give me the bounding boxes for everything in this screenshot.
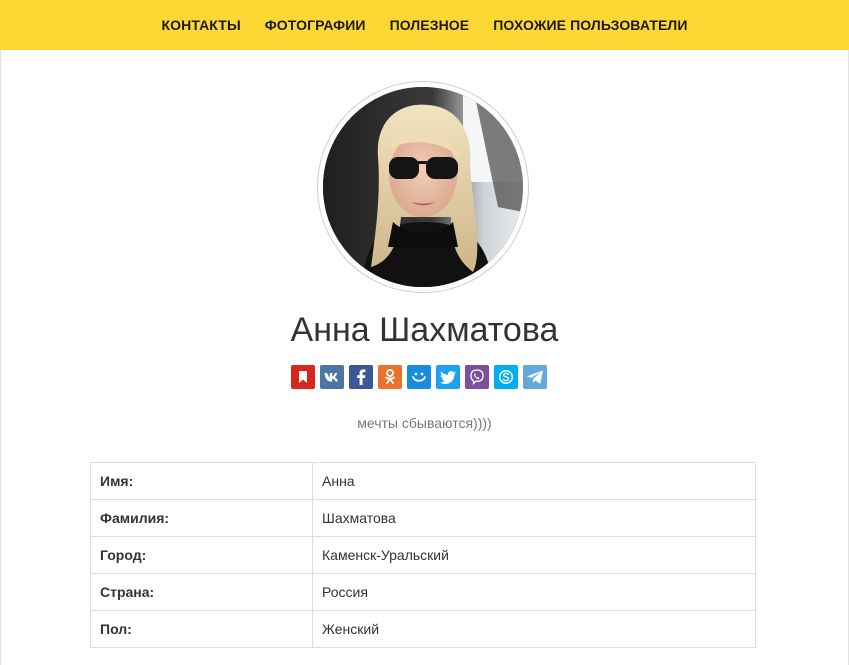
facebook-share-button[interactable] bbox=[349, 365, 373, 389]
viber-share-button[interactable] bbox=[465, 365, 489, 389]
info-label-first-name: Имя: bbox=[90, 462, 313, 500]
skype-share-button[interactable] bbox=[494, 365, 518, 389]
avatar[interactable] bbox=[317, 81, 529, 293]
vk-icon bbox=[324, 373, 338, 382]
info-value-last-name: Шахматова bbox=[312, 499, 756, 537]
profile-status: мечты сбываются)))) bbox=[357, 415, 492, 431]
skype-icon bbox=[498, 369, 514, 385]
share-buttons bbox=[291, 365, 552, 389]
vk-share-button[interactable] bbox=[320, 365, 344, 389]
table-row: Город: Каменск-Уральский bbox=[90, 536, 756, 574]
odnoklassniki-icon bbox=[385, 369, 395, 384]
viber-icon bbox=[470, 369, 484, 385]
table-row: Страна: Россия bbox=[90, 573, 756, 611]
info-label-country: Страна: bbox=[90, 573, 313, 611]
info-value-country: Россия bbox=[312, 573, 756, 611]
profile-name: Анна Шахматова bbox=[290, 311, 559, 349]
profile-info-table: Имя: Анна Фамилия: Шахматова Город: Каме… bbox=[90, 462, 756, 648]
table-row: Имя: Анна bbox=[90, 462, 756, 500]
info-value-gender: Женский bbox=[312, 610, 756, 648]
nav-photos-link[interactable]: ФОТОГРАФИИ bbox=[265, 17, 366, 33]
nav-contacts-link[interactable]: КОНТАКТЫ bbox=[161, 17, 240, 33]
moimir-icon bbox=[412, 372, 426, 382]
twitter-share-button[interactable] bbox=[436, 365, 460, 389]
telegram-share-button[interactable] bbox=[523, 365, 547, 389]
facebook-icon bbox=[357, 369, 366, 385]
odnoklassniki-share-button[interactable] bbox=[378, 365, 402, 389]
info-label-gender: Пол: bbox=[90, 610, 313, 648]
nav-useful-link[interactable]: ПОЛЕЗНОЕ bbox=[390, 17, 470, 33]
avatar-photo bbox=[323, 87, 523, 287]
nav-similar-users-link[interactable]: ПОХОЖИЕ ПОЛЬЗОВАТЕЛИ bbox=[493, 17, 687, 33]
moimir-share-button[interactable] bbox=[407, 365, 431, 389]
table-row: Пол: Женский bbox=[90, 610, 756, 648]
info-value-first-name: Анна bbox=[312, 462, 756, 500]
info-label-city: Город: bbox=[90, 536, 313, 574]
bookmark-icon bbox=[299, 371, 307, 383]
info-label-last-name: Фамилия: bbox=[90, 499, 313, 537]
bookmark-share-button[interactable] bbox=[291, 365, 315, 389]
info-value-city: Каменск-Уральский bbox=[312, 536, 756, 574]
table-row: Фамилия: Шахматова bbox=[90, 499, 756, 537]
top-navigation: КОНТАКТЫ ФОТОГРАФИИ ПОЛЕЗНОЕ ПОХОЖИЕ ПОЛ… bbox=[0, 0, 849, 50]
twitter-icon bbox=[440, 370, 456, 384]
telegram-icon bbox=[527, 370, 543, 384]
